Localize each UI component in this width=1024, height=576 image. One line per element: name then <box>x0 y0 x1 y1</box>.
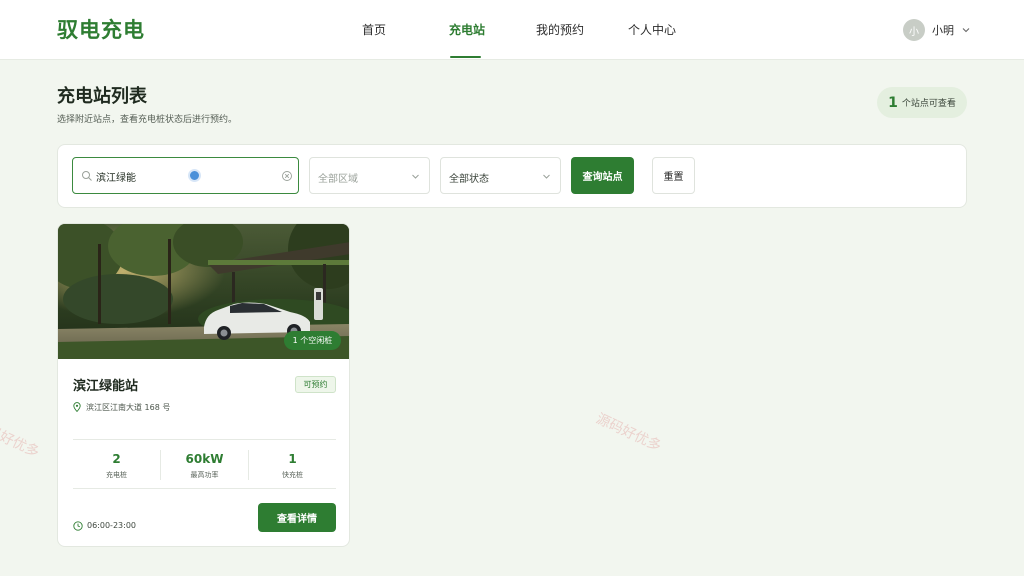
stat-value: 60kW <box>185 452 224 466</box>
chevron-down-icon <box>412 174 419 179</box>
nav-item-home[interactable]: 首页 <box>362 21 386 38</box>
view-details-button[interactable]: 查看详情 <box>258 503 336 532</box>
search-icon <box>82 171 92 181</box>
top-navbar: 驭电充电 首页 充电站 我的预约 个人中心 小 小明 <box>0 0 1024 60</box>
status-select[interactable]: 全部状态 <box>440 157 561 194</box>
nav-item-reservations[interactable]: 我的预约 <box>536 21 584 38</box>
stat-label: 充电桩 <box>106 471 127 479</box>
region-select[interactable]: 全部区域 <box>309 157 430 194</box>
reset-button[interactable]: 重置 <box>652 157 695 194</box>
location-pin-icon <box>73 402 81 412</box>
divider <box>73 439 336 440</box>
user-name: 小明 <box>932 24 954 37</box>
stat-value: 2 <box>112 452 121 466</box>
available-count-label: 个站点可查看 <box>901 99 956 109</box>
divider <box>73 488 336 489</box>
user-menu[interactable]: 小 小明 <box>903 18 971 42</box>
stat-piles: 2 充电桩 <box>73 452 160 480</box>
chevron-down-icon <box>543 174 550 179</box>
app-logo[interactable]: 驭电充电 <box>57 14 145 44</box>
pointer-cursor-icon <box>188 169 201 182</box>
active-nav-indicator <box>450 56 481 58</box>
search-field[interactable] <box>72 157 299 194</box>
watermark: 源码好优多 <box>593 410 664 455</box>
stat-label: 快充桩 <box>282 471 303 479</box>
page-subtitle: 选择附近站点，查看充电桩状态后进行预约。 <box>57 115 238 125</box>
watermark: 源码好优多 <box>0 416 42 461</box>
avatar: 小 <box>903 19 925 41</box>
available-count: 1 <box>888 94 898 111</box>
station-name: 滨江绿能站 <box>73 379 139 394</box>
region-select-value: 全部区域 <box>318 174 358 185</box>
available-count-badge: 1 个站点可查看 <box>877 87 967 118</box>
stat-max-power: 60kW 最高功率 <box>161 452 248 480</box>
status-select-value: 全部状态 <box>449 174 489 185</box>
page-title: 充电站列表 <box>57 86 147 107</box>
stat-label: 最高功率 <box>190 471 219 479</box>
chevron-down-icon <box>962 28 970 33</box>
search-input[interactable] <box>96 167 246 185</box>
opening-hours: 06:00-23:00 <box>87 521 136 530</box>
stat-fast-piles: 1 快充桩 <box>249 452 336 480</box>
nav-item-profile[interactable]: 个人中心 <box>628 21 676 38</box>
station-address: 滨江区江南大道 168 号 <box>86 403 171 412</box>
stat-value: 1 <box>288 452 297 466</box>
clock-icon <box>73 521 83 531</box>
idle-piles-badge: 1 个空闲桩 <box>284 331 341 350</box>
station-card[interactable]: 1 个空闲桩 滨江绿能站 可预约 滨江区江南大道 168 号 2 充电桩 60k… <box>57 223 350 547</box>
search-stations-button[interactable]: 查询站点 <box>571 157 634 194</box>
status-badge: 可预约 <box>295 376 336 393</box>
nav-item-stations[interactable]: 充电站 <box>449 21 485 38</box>
clear-icon[interactable] <box>281 170 293 182</box>
